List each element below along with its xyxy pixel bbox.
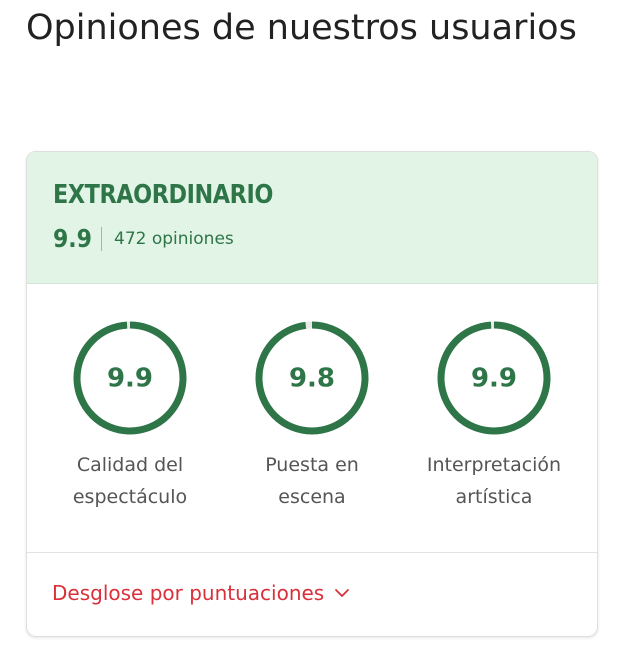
- rating-word: EXTRAORDINARIO: [53, 180, 273, 210]
- metric-score: 9.8: [289, 364, 335, 394]
- metric-label-line-2: artística: [455, 486, 533, 508]
- score-ring: 9.9: [437, 321, 551, 435]
- reviews-card: EXTRAORDINARIO 9.9 472 opiniones 9.9 Cal…: [26, 151, 598, 637]
- metric-label: Puesta en escena: [221, 449, 403, 513]
- metric-list: 9.9 Calidad del espectáculo 9.8 Puesta e…: [27, 284, 597, 552]
- metric-show-quality: 9.9 Calidad del espectáculo: [39, 319, 221, 513]
- score-row: 9.9 472 opiniones: [53, 224, 234, 253]
- metric-score: 9.9: [471, 364, 517, 394]
- page-title: Opiniones de nuestros usuarios: [26, 8, 577, 48]
- metric-label-line-2: escena: [278, 486, 346, 508]
- score-breakdown-toggle[interactable]: Desglose por puntuaciones: [52, 581, 350, 605]
- score-divider: [101, 226, 102, 251]
- metric-label-line-1: Interpretación: [426, 454, 562, 476]
- metric-staging: 9.8 Puesta en escena: [221, 319, 403, 513]
- metric-label: Calidad del espectáculo: [39, 449, 221, 513]
- overall-score: 9.9: [53, 224, 92, 253]
- metric-label-line-2: espectáculo: [72, 486, 188, 508]
- metric-score: 9.9: [107, 364, 153, 394]
- chevron-down-icon: [335, 589, 350, 597]
- score-ring: 9.8: [255, 321, 369, 435]
- score-ring: 9.9: [73, 321, 187, 435]
- metric-label-line-1: Puesta en: [265, 454, 359, 476]
- review-count: 472 opiniones: [114, 228, 234, 249]
- metric-performance: 9.9 Interpretación artística: [403, 319, 585, 513]
- metric-label-line-1: Calidad del: [76, 454, 184, 476]
- metric-label: Interpretación artística: [403, 449, 585, 513]
- card-footer: Desglose por puntuaciones: [27, 552, 597, 636]
- reviews-summary-header: EXTRAORDINARIO 9.9 472 opiniones: [27, 152, 597, 284]
- score-breakdown-label: Desglose por puntuaciones: [52, 581, 325, 605]
